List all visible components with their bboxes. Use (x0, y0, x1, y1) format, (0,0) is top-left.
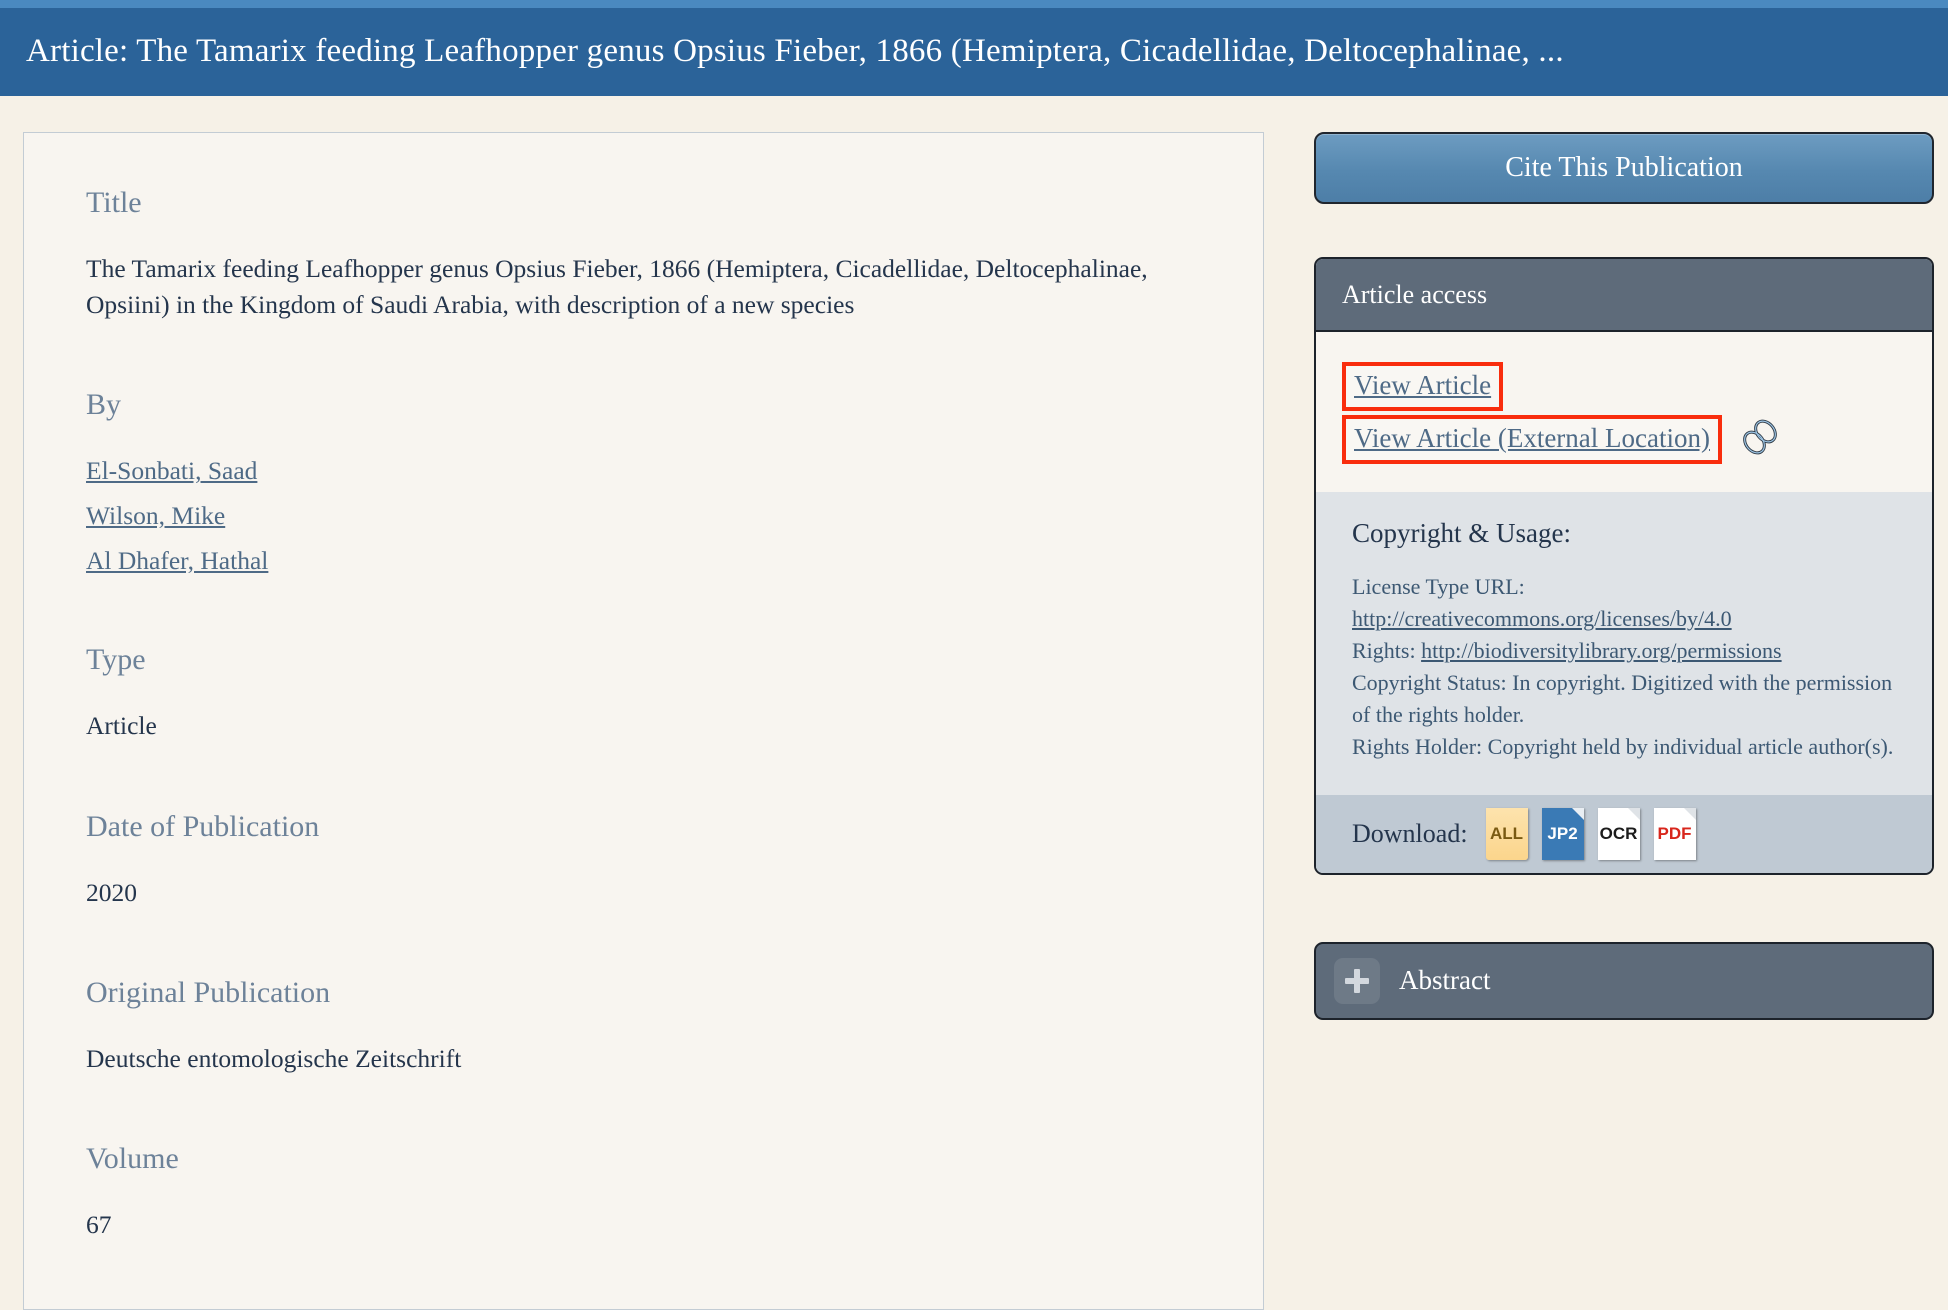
abstract-toggle-panel[interactable]: Abstract (1314, 942, 1934, 1020)
copyright-usage-heading: Copyright & Usage: (1352, 518, 1896, 549)
download-label: Download: (1352, 819, 1468, 849)
field-label-type: Type (86, 642, 1201, 678)
article-access-links: View Article View Article (External Loca… (1316, 332, 1932, 492)
author-list: El-Sonbati, Saad Wilson, Mike Al Dhafer,… (86, 453, 1201, 578)
field-title: Title The Tamarix feeding Leafhopper gen… (86, 185, 1201, 323)
download-bar: Download: ALL JP2 OCR PDF (1316, 795, 1932, 873)
rights-label: Rights: (1352, 638, 1416, 663)
download-ocr-icon[interactable]: OCR (1598, 808, 1640, 860)
abstract-label: Abstract (1399, 965, 1490, 996)
view-article-external-row: View Article (External Location) (1342, 415, 1906, 464)
field-label-original-publication: Original Publication (86, 975, 1201, 1011)
field-value-date-of-publication: 2020 (86, 875, 1201, 911)
rights-holder-line: Rights Holder: Copyright held by individ… (1352, 731, 1896, 763)
article-access-header: Article access (1316, 259, 1932, 332)
view-article-link[interactable]: View Article (1354, 370, 1491, 400)
field-label-title: Title (86, 185, 1201, 221)
cite-this-publication-button[interactable]: Cite This Publication (1314, 132, 1934, 204)
license-url-line: http://creativecommons.org/licenses/by/4… (1352, 603, 1896, 635)
author-link[interactable]: Al Dhafer, Hathal (86, 543, 268, 579)
download-pdf-icon[interactable]: PDF (1654, 808, 1696, 860)
author-link[interactable]: Wilson, Mike (86, 498, 225, 534)
download-jp2-icon[interactable]: JP2 (1542, 808, 1584, 860)
license-url-link[interactable]: http://creativecommons.org/licenses/by/4… (1352, 606, 1732, 631)
field-by: By El-Sonbati, Saad Wilson, Mike Al Dhaf… (86, 387, 1201, 578)
field-label-date-of-publication: Date of Publication (86, 809, 1201, 845)
copyright-usage-block: Copyright & Usage: License Type URL: htt… (1316, 492, 1932, 794)
rights-line: Rights: http://biodiversitylibrary.org/p… (1352, 635, 1896, 667)
plus-icon[interactable] (1334, 958, 1380, 1004)
license-type-label: License Type URL: (1352, 571, 1896, 603)
field-value-volume: 67 (86, 1207, 1201, 1243)
rights-url-link[interactable]: http://biodiversitylibrary.org/permissio… (1421, 638, 1782, 663)
sidebar: Cite This Publication Article access Vie… (1314, 132, 1934, 1020)
download-all-icon[interactable]: ALL (1486, 808, 1528, 860)
view-article-external-annotation-box: View Article (External Location) (1342, 415, 1722, 464)
author-link[interactable]: El-Sonbati, Saad (86, 453, 257, 489)
field-original-publication: Original Publication Deutsche entomologi… (86, 975, 1201, 1077)
article-metadata-panel: Title The Tamarix feeding Leafhopper gen… (23, 132, 1264, 1310)
page-header: Article: The Tamarix feeding Leafhopper … (0, 8, 1948, 96)
view-article-annotation-box: View Article (1342, 362, 1503, 411)
top-accent-strip (0, 0, 1948, 8)
field-type: Type Article (86, 642, 1201, 744)
field-label-volume: Volume (86, 1141, 1201, 1177)
page-title: Article: The Tamarix feeding Leafhopper … (26, 32, 1564, 72)
page-body: Title The Tamarix feeding Leafhopper gen… (0, 96, 1948, 1310)
field-volume: Volume 67 (86, 1141, 1201, 1243)
field-label-by: By (86, 387, 1201, 423)
copyright-status-line: Copyright Status: In copyright. Digitize… (1352, 667, 1896, 731)
link-chain-icon (1738, 415, 1782, 464)
field-value-type: Article (86, 708, 1201, 744)
article-access-panel: Article access View Article View Article… (1314, 257, 1934, 875)
field-date-of-publication: Date of Publication 2020 (86, 809, 1201, 911)
view-article-external-link[interactable]: View Article (External Location) (1354, 423, 1710, 453)
field-value-original-publication: Deutsche entomologische Zeitschrift (86, 1041, 1201, 1077)
field-value-title: The Tamarix feeding Leafhopper genus Ops… (86, 251, 1201, 323)
